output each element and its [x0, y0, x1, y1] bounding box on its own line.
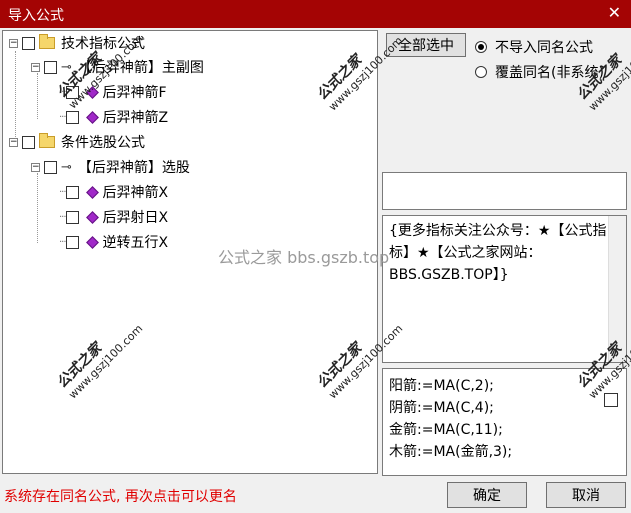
tree-formula-set[interactable]: − ⊸ 【后羿神箭】选股: [31, 157, 190, 177]
title-bar: 导入公式 ✕: [0, 0, 631, 28]
name-field[interactable]: [382, 172, 627, 210]
leaf-label: 后羿神箭X: [102, 185, 169, 201]
tree-connector: [37, 73, 38, 119]
preview-checkbox[interactable]: [604, 393, 618, 407]
status-message: 系统存在同名公式, 再次点击可以更名: [4, 489, 237, 505]
radio-label: 不导入同名公式: [495, 40, 593, 56]
cancel-button[interactable]: 取消: [546, 482, 626, 508]
group-checkbox[interactable]: [22, 36, 35, 50]
watermark-center: 公式之家 bbs.gszb.top: [218, 248, 390, 267]
description-box[interactable]: {更多指标关注公众号：★【公式指标】★【公式之家网站：BBS.GSZB.TOP】…: [382, 215, 627, 363]
leaf-label: 后羿射日X: [102, 210, 169, 226]
radio-unselected-icon[interactable]: [475, 66, 487, 78]
key-icon: ⊸: [61, 159, 72, 175]
tree-connector: [15, 51, 16, 143]
formula-line: 阴箭:=MA(C,4);: [389, 400, 494, 416]
formula-gem-icon: [85, 110, 99, 124]
group-checkbox[interactable]: [22, 135, 35, 149]
tree-leaf[interactable]: ··· 逆转五行X: [59, 232, 168, 252]
collapse-toggle[interactable]: −: [31, 162, 40, 172]
folder-icon: [39, 34, 55, 49]
formula-gem-icon: [85, 210, 99, 224]
tree-leaf[interactable]: ··· 后羿射日X: [59, 207, 168, 227]
radio-no-import[interactable]: 不导入同名公式: [475, 37, 593, 57]
leaf-checkbox[interactable]: [65, 185, 79, 199]
leaf-checkbox[interactable]: [65, 210, 79, 224]
collapse-toggle[interactable]: −: [9, 38, 18, 48]
collapse-toggle[interactable]: −: [9, 137, 18, 147]
formula-set-checkbox[interactable]: [44, 160, 57, 174]
formula-gem-icon: [85, 235, 99, 249]
formula-set-checkbox[interactable]: [44, 60, 57, 74]
folder-icon: [39, 133, 55, 148]
leaf-label: 逆转五行X: [102, 235, 169, 251]
leaf-checkbox[interactable]: [65, 235, 79, 249]
formula-line: 木箭:=MA(金箭,3);: [389, 444, 513, 460]
formula-line: 金箭:=MA(C,11);: [389, 422, 503, 438]
tree-leaf[interactable]: ··· 后羿神箭X: [59, 182, 168, 202]
leaf-checkbox[interactable]: [65, 110, 79, 124]
collapse-toggle[interactable]: −: [31, 62, 40, 72]
radio-selected-icon[interactable]: [475, 41, 487, 53]
tree-group-screening[interactable]: − 条件选股公式: [9, 132, 145, 152]
formula-gem-icon: [85, 185, 99, 199]
tree-group-label: 条件选股公式: [61, 135, 145, 151]
window-title: 导入公式: [8, 8, 64, 24]
description-text: {更多指标关注公众号：★【公式指标】★【公式之家网站：BBS.GSZB.TOP】…: [389, 223, 607, 283]
leaf-label: 后羿神箭F: [102, 85, 167, 101]
formula-set-label: 【后羿神箭】选股: [77, 160, 190, 176]
close-icon[interactable]: ✕: [608, 3, 621, 22]
tree-connector: [37, 173, 38, 243]
leaf-label: 后羿神箭Z: [102, 110, 169, 126]
ok-button[interactable]: 确定: [447, 482, 527, 508]
